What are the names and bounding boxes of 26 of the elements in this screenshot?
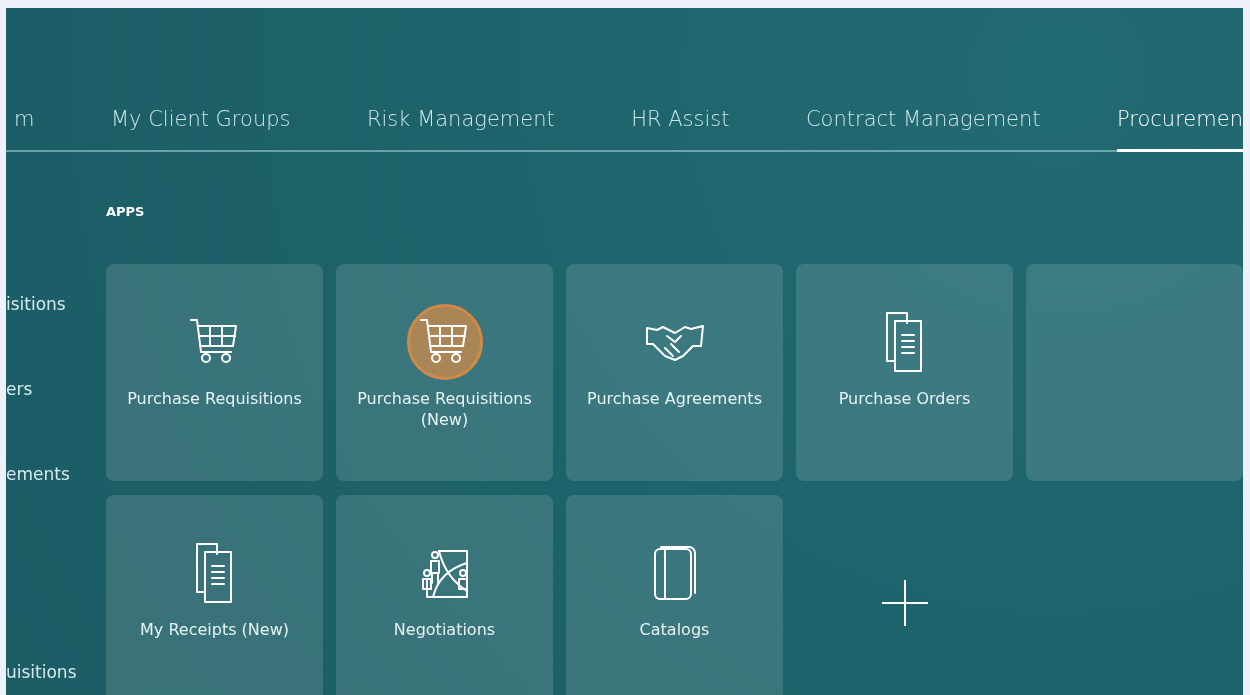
sidebar-item[interactable]: ements — [6, 462, 106, 486]
sidebar-item[interactable]: isitions — [6, 292, 106, 316]
nav-tab[interactable]: Risk Management — [366, 102, 555, 152]
app-tile[interactable] — [1026, 264, 1243, 481]
cart-icon — [419, 318, 470, 366]
app-tile[interactable]: My Receipts (New) — [106, 495, 323, 695]
book-icon — [652, 545, 697, 601]
app-tile[interactable]: Purchase Requisitions — [106, 264, 323, 481]
app-tile[interactable]: Purchase Agreements — [566, 264, 783, 481]
nav-tab[interactable]: Procuremen — [1117, 102, 1243, 152]
sidebar-item[interactable]: uisitions — [6, 660, 106, 684]
app-tile[interactable]: Catalogs — [566, 495, 783, 695]
documents-icon — [884, 311, 925, 373]
app-tile[interactable]: Purchase Orders — [796, 264, 1013, 481]
cart-icon — [189, 318, 240, 366]
app-tile[interactable]: Negotiations — [336, 495, 553, 695]
sidebar-item[interactable]: ers — [6, 377, 106, 401]
nav-tab[interactable]: Contract Management — [805, 102, 1041, 152]
documents-icon — [194, 542, 235, 604]
section-heading: APPS — [106, 203, 146, 221]
handshake-icon — [644, 322, 705, 362]
nav-tab[interactable]: HR Assist — [631, 102, 730, 152]
nav-tab[interactable]: My Client Groups — [110, 102, 291, 152]
plus-icon — [879, 578, 930, 628]
nav-tab[interactable]: m — [14, 102, 35, 152]
app-tile[interactable]: Purchase Requisitions (New) — [336, 264, 553, 481]
